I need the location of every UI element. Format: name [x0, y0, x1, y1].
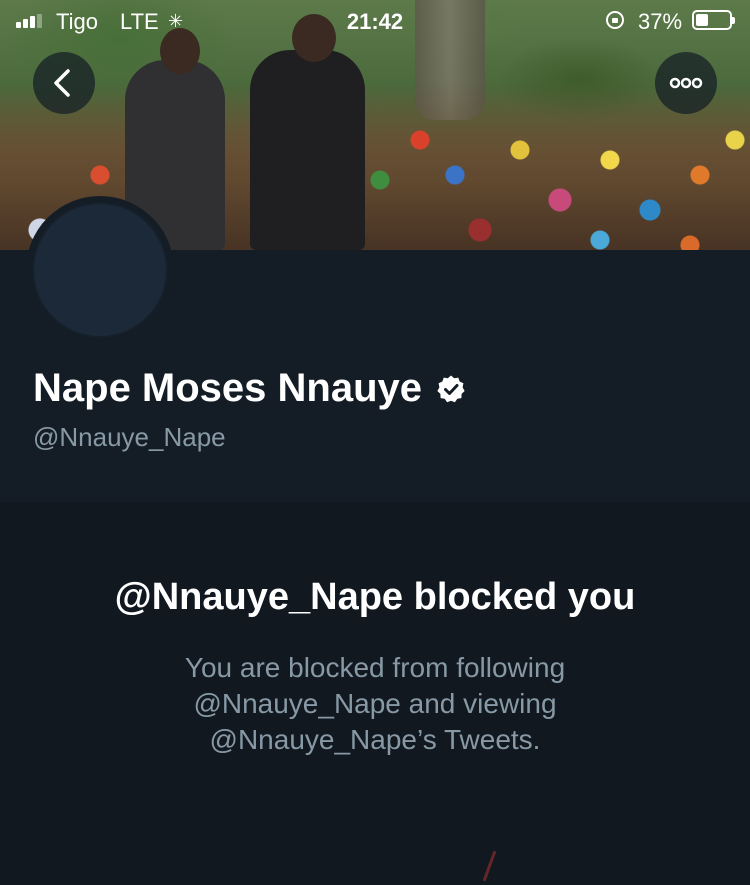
orientation-lock-icon: [606, 11, 624, 29]
avatar-placeholder: [34, 204, 166, 336]
battery-icon: [692, 10, 735, 30]
avatar[interactable]: [26, 196, 174, 344]
chevron-left-icon: [54, 69, 70, 97]
blocked-description-line: You are blocked from following: [184, 652, 566, 683]
status-bar: Tigo LTE ✳ 21:42 37%: [0, 0, 750, 40]
blocked-description: You are blocked from following @Nnauye_N…: [150, 650, 600, 758]
profile-screen: Tigo LTE ✳ 21:42 37% Nape Moses Nnauye @…: [0, 0, 750, 885]
back-button[interactable]: [33, 52, 95, 114]
blocked-notice: @Nnauye_Nape blocked you You are blocked…: [0, 502, 750, 885]
more-options-button[interactable]: [655, 52, 717, 114]
blocked-title: @Nnauye_Nape blocked you: [114, 576, 636, 618]
banner-person: [250, 50, 365, 250]
verified-badge-icon: [437, 375, 465, 402]
battery-level-fill: [696, 14, 708, 26]
blocked-description-line: @Nnauye_Nape and viewing: [193, 688, 557, 719]
battery-percentage: 37%: [638, 9, 683, 34]
display-name-text: Nape Moses Nnauye: [33, 366, 423, 410]
more-horizontal-icon: [669, 77, 703, 89]
profile-handle: @Nnauye_Nape: [33, 422, 226, 452]
blocked-description-line: @Nnauye_Nape’s Tweets.: [209, 724, 541, 755]
profile-display-name: Nape Moses Nnauye: [33, 366, 466, 411]
